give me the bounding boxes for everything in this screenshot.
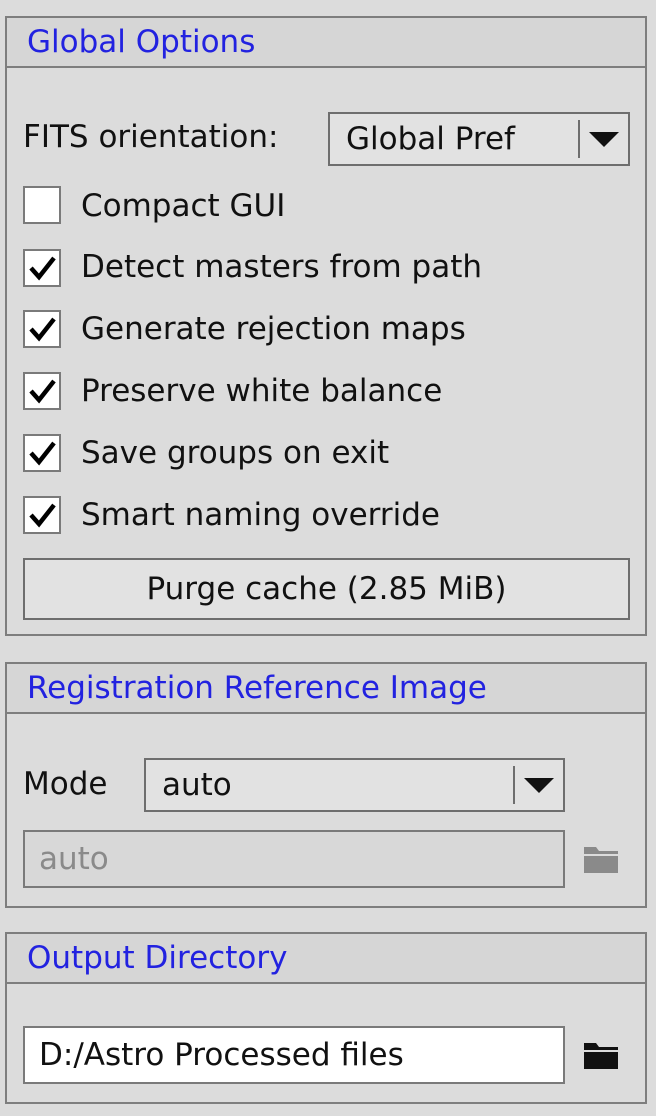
rejection-maps-checkbox[interactable] [23,310,61,348]
compact-gui-checkbox[interactable] [23,186,61,224]
folder-icon[interactable] [583,1040,619,1070]
mode-dropdown[interactable]: auto [144,758,565,812]
chevron-down-icon[interactable] [589,132,619,147]
compact-gui-label: Compact GUI [81,188,286,224]
save-groups-label: Save groups on exit [81,435,390,471]
checkmark-icon [29,441,56,466]
rejection-maps-label: Generate rejection maps [81,311,466,347]
smart-naming-checkbox[interactable] [23,496,61,534]
global-options-section: Global Options FITS orientation: Global … [5,16,647,636]
save-groups-checkbox[interactable] [23,434,61,472]
smart-naming-label: Smart naming override [81,497,440,533]
mode-label: Mode [23,766,108,802]
fits-orientation-label: FITS orientation: [23,119,279,155]
mode-value: auto [162,767,232,803]
fits-orientation-value: Global Pref [346,121,515,157]
white-balance-checkbox[interactable] [23,372,61,410]
output-directory-section: Output Directory D:/Astro Processed file… [5,932,647,1104]
chevron-down-icon[interactable] [524,778,554,793]
checkmark-icon [29,503,56,528]
dropdown-separator [578,120,580,158]
global-options-title: Global Options [7,18,645,68]
checkmark-icon [29,317,56,342]
registration-title: Registration Reference Image [7,664,645,714]
output-directory-field[interactable]: D:/Astro Processed files [23,1026,565,1084]
detect-masters-label: Detect masters from path [81,249,483,285]
dropdown-separator [513,766,515,804]
folder-icon[interactable] [583,844,619,874]
detect-masters-checkbox[interactable] [23,249,61,287]
reference-image-path-field: auto [23,830,565,888]
checkmark-icon [29,379,56,404]
checkmark-icon [29,256,56,281]
purge-cache-button[interactable]: Purge cache (2.85 MiB) [23,558,630,620]
fits-orientation-dropdown[interactable]: Global Pref [328,112,630,166]
registration-section: Registration Reference Image Mode auto a… [5,662,647,908]
white-balance-label: Preserve white balance [81,373,443,409]
output-directory-title: Output Directory [7,934,645,984]
